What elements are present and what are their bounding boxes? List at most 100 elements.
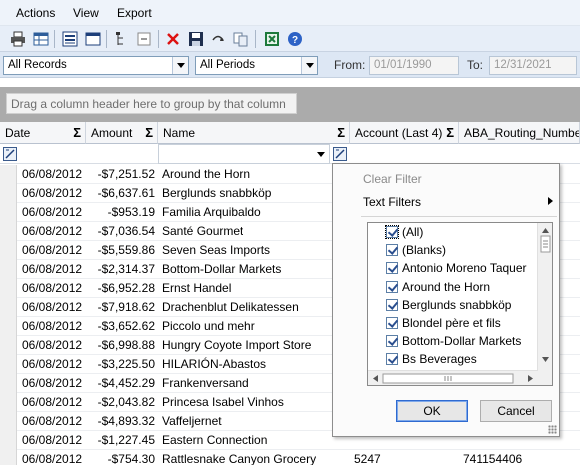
print-icon[interactable] xyxy=(8,29,28,49)
checkbox[interactable] xyxy=(386,280,398,293)
tree-icon[interactable] xyxy=(110,29,130,49)
row-selector[interactable] xyxy=(0,279,17,298)
checklist-item[interactable]: Berglunds snabbköp xyxy=(368,296,538,314)
cell-amount: -$6,637.61 xyxy=(97,186,155,200)
column-header-aba-label: ABA_Routing_Number xyxy=(464,126,580,140)
cell-date: 06/08/2012 xyxy=(22,243,83,257)
row-selector[interactable] xyxy=(0,298,17,317)
checkbox[interactable] xyxy=(386,262,398,275)
row-selector[interactable] xyxy=(0,241,17,260)
name-filter-input[interactable] xyxy=(158,144,330,164)
horizontal-scrollbar[interactable] xyxy=(368,370,538,385)
excel-icon[interactable] xyxy=(262,29,282,49)
cell-name: Princesa Isabel Vinhos xyxy=(162,395,284,409)
resize-grip-icon[interactable] xyxy=(548,425,557,434)
cell-amount: -$1,227.45 xyxy=(97,433,155,447)
cell-name: Ernst Handel xyxy=(162,281,232,295)
checklist-item[interactable]: Antonio Moreno Taquer xyxy=(368,259,538,277)
column-header-name[interactable]: Name Σ xyxy=(158,122,350,144)
row-selector[interactable] xyxy=(0,317,17,336)
help-icon[interactable]: ? xyxy=(285,29,305,49)
cell-name: HILARIÓN-Abastos xyxy=(162,357,267,371)
checklist-item[interactable]: Bottom-Dollar Markets xyxy=(368,332,538,350)
save-icon[interactable] xyxy=(186,29,206,49)
column-header-account-label: Account (Last 4) xyxy=(355,126,443,140)
window-icon[interactable] xyxy=(83,29,103,49)
checklist-item-label: Bottom-Dollar Markets xyxy=(402,334,522,349)
column-header-date[interactable]: Date Σ xyxy=(0,122,86,144)
checkbox[interactable] xyxy=(386,317,398,329)
checkbox[interactable] xyxy=(386,335,398,348)
cell-date: 06/08/2012 xyxy=(22,395,83,409)
column-header-aba-routing[interactable]: ABA_Routing_Number xyxy=(459,122,580,144)
cell-amount: -$3,652.62 xyxy=(97,319,155,333)
clear-filter-item[interactable]: Clear Filter xyxy=(363,172,422,186)
row-selector[interactable] xyxy=(0,260,17,279)
delete-icon[interactable] xyxy=(163,29,183,49)
row-selector[interactable] xyxy=(0,431,17,450)
cell-date: 06/08/2012 xyxy=(22,414,83,428)
periods-dropdown[interactable]: All Periods xyxy=(195,56,318,75)
checklist-item[interactable]: Around the Horn xyxy=(368,278,538,296)
cell-name: Frankenversand xyxy=(162,376,249,390)
table-row[interactable]: 06/08/2012 -$754.30 Rattlesnake Canyon Gro… xyxy=(0,450,580,465)
row-selector[interactable] xyxy=(0,184,17,203)
row-selector[interactable] xyxy=(0,374,17,393)
cell-amount: -$3,225.50 xyxy=(97,357,155,371)
cell-date: 06/08/2012 xyxy=(22,357,83,371)
to-date-value: 12/31/2021 xyxy=(494,59,552,71)
copy-icon[interactable] xyxy=(231,29,251,49)
checklist-item-label: Berglunds snabbköp xyxy=(402,297,512,312)
row-selector[interactable] xyxy=(0,393,17,412)
checklist-item-label: Bs Beverages xyxy=(402,352,477,367)
text-filters-item[interactable]: Text Filters xyxy=(363,195,421,209)
cell-name: Hungry Coyote Import Store xyxy=(162,338,312,352)
row-selector[interactable] xyxy=(0,336,17,355)
checklist-item[interactable]: Bs Beverages xyxy=(368,350,538,368)
menu-export[interactable]: Export xyxy=(117,6,152,20)
row-selector[interactable] xyxy=(0,203,17,222)
row-selector[interactable] xyxy=(0,450,17,465)
chevron-down-icon[interactable] xyxy=(172,57,188,74)
records-dropdown[interactable]: All Records xyxy=(3,56,189,75)
row-selector[interactable] xyxy=(0,165,17,184)
cell-amount: -$6,952.28 xyxy=(97,281,155,295)
cell-name: Rattlesnake Canyon Grocery xyxy=(162,452,317,465)
sum-icon[interactable]: Σ xyxy=(446,125,454,140)
undo-icon[interactable] xyxy=(208,29,228,49)
checklist-item[interactable]: (Blanks) xyxy=(368,241,538,259)
toolbar: ? xyxy=(0,26,580,52)
menu-actions[interactable]: Actions xyxy=(16,6,55,20)
column-header-account[interactable]: Account (Last 4) Σ xyxy=(350,122,459,144)
from-date-value: 01/01/1990 xyxy=(374,59,432,71)
layout-list-icon[interactable] xyxy=(60,29,80,49)
to-date-field[interactable]: 12/31/2021 xyxy=(489,56,577,75)
vertical-scrollbar[interactable] xyxy=(537,223,552,385)
column-header-amount[interactable]: Amount Σ xyxy=(86,122,158,144)
cancel-button[interactable]: Cancel xyxy=(480,400,552,422)
row-selector[interactable] xyxy=(0,355,17,374)
checklist-item[interactable]: Blondel père et fils xyxy=(368,314,538,332)
sum-icon[interactable]: Σ xyxy=(73,125,81,140)
row-selector[interactable] xyxy=(0,222,17,241)
sum-icon[interactable]: Σ xyxy=(337,125,345,140)
row-selector[interactable] xyxy=(0,412,17,431)
collapse-icon[interactable] xyxy=(134,29,154,49)
checkbox[interactable] xyxy=(386,298,398,311)
group-by-panel[interactable]: Drag a column header here to group by th… xyxy=(0,87,580,122)
checkbox[interactable] xyxy=(385,225,399,239)
sum-icon[interactable]: Σ xyxy=(145,125,153,140)
from-date-field[interactable]: 01/01/1990 xyxy=(369,56,459,75)
cell-name: Drachenblut Delikatessen xyxy=(162,300,299,314)
menu-view[interactable]: View xyxy=(73,6,99,20)
cell-amount: -$6,998.88 xyxy=(97,338,155,352)
chevron-down-icon[interactable] xyxy=(301,57,317,74)
checklist-item[interactable]: (All) xyxy=(368,223,538,241)
table-icon[interactable] xyxy=(31,29,51,49)
filter-dropdown-button[interactable] xyxy=(314,147,328,161)
filter-row-icon[interactable] xyxy=(3,147,17,161)
checkbox[interactable] xyxy=(386,353,398,366)
checkbox[interactable] xyxy=(386,244,398,257)
ok-button[interactable]: OK xyxy=(396,400,468,422)
filter-active-icon[interactable] xyxy=(333,147,347,161)
